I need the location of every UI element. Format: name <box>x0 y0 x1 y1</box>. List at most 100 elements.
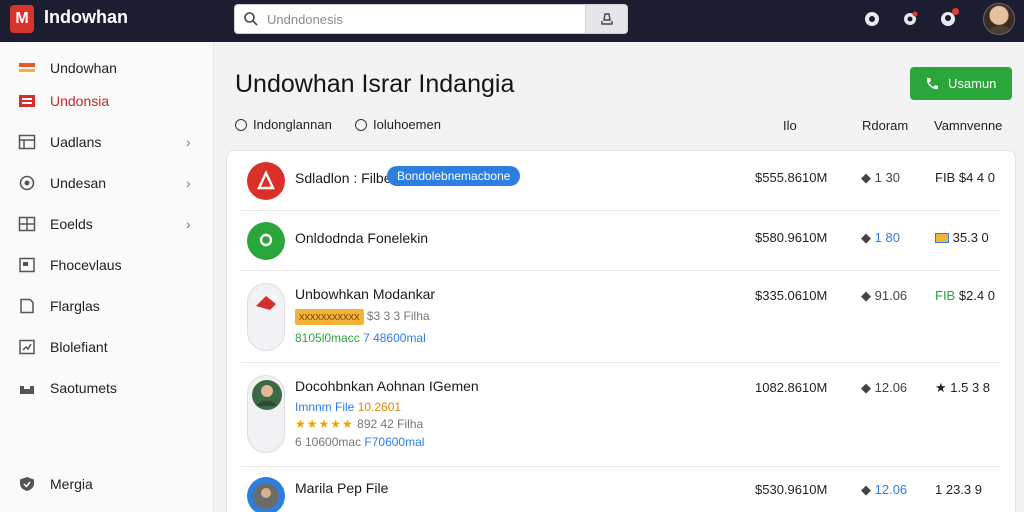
sidebar-item-label: Undonsia <box>50 93 110 109</box>
folder-icon <box>19 95 35 107</box>
sidebar-item-blolefiant[interactable]: Blolefiant <box>0 329 214 365</box>
row-badge: xxxxxxxxxxx <box>295 309 364 325</box>
notifications-button[interactable] <box>938 8 959 29</box>
search-icon <box>244 12 258 26</box>
row-rating: ◆ 91.06 <box>861 288 908 303</box>
row-tag[interactable]: Bondolebnemacbone <box>387 166 521 186</box>
row-price: $580.9610M <box>755 230 828 245</box>
chevron-right-icon: › <box>186 134 191 150</box>
wallet-icon <box>935 233 949 243</box>
row-amount: FIB $4 4 0 <box>935 170 996 185</box>
sidebar-item-fhocevlaus[interactable]: Fhocevlaus <box>0 247 214 283</box>
sidebar-item-flarglas[interactable]: Flarglas <box>0 288 214 324</box>
phone-icon <box>926 78 938 90</box>
column-header-vamnvenne[interactable]: Vamnvenne <box>934 118 1002 134</box>
search-input[interactable]: Undndonesis <box>267 12 343 28</box>
settings-icon[interactable] <box>900 9 920 29</box>
row-rating: ◆ 1 80 <box>861 230 900 245</box>
primary-action-button[interactable]: Usamun <box>910 67 1012 100</box>
list-item[interactable]: Unbowhkan Modankar xxxxxxxxxxx $3 3 3 Fi… <box>241 271 1001 363</box>
explore-icon[interactable] <box>862 9 882 29</box>
sidebar-item-uadlans[interactable]: Uadlans › <box>0 124 214 160</box>
row-meta-2: 8105l0macc 7 48600mal <box>295 331 426 345</box>
circle-icon <box>259 233 273 247</box>
tag-icon: ◆ <box>861 380 871 395</box>
brand-name[interactable]: Indowhan <box>44 7 128 27</box>
tag-icon: ◆ <box>861 170 871 185</box>
row-title[interactable]: Docohbnkan Aohnan IGemen <box>295 378 479 394</box>
row-title[interactable]: Onldodnda Fonelekin <box>295 230 428 246</box>
row-price: $530.9610M <box>755 482 828 497</box>
row-amount: FIB $2.4 0 <box>935 288 996 303</box>
search-submit-button[interactable] <box>585 5 627 33</box>
row-rating: ◆ 12.06 <box>861 380 908 395</box>
filter-option-2[interactable]: Ioluhoemen <box>355 117 441 133</box>
sidebar-item-label: Mergia <box>50 476 93 492</box>
sidebar-item-label: Flarglas <box>50 298 100 314</box>
warning-icon <box>257 170 275 190</box>
row-file-info: Imnnm File 10.2601 <box>295 400 402 414</box>
sidebar-item-undonsia[interactable]: Undonsia <box>0 83 214 119</box>
column-header-rdoram[interactable]: Rdoram <box>862 118 908 134</box>
row-rating: ◆ 12.06 <box>861 482 908 497</box>
row-avatar <box>247 375 285 453</box>
sidebar: Undowhan Undonsia Uadlans › Undesan › Eo… <box>0 42 214 512</box>
notification-dot <box>952 8 959 15</box>
list-item[interactable]: Marila Pep File $530.9610M ◆ 12.06 1 23.… <box>241 467 1001 512</box>
tag-icon: ◆ <box>861 288 871 303</box>
document-icon <box>19 257 35 273</box>
row-price: $335.0610M <box>755 288 828 303</box>
inbox-icon <box>20 386 34 394</box>
sidebar-item-mergia[interactable]: Mergia <box>0 466 214 502</box>
sidebar-item-label: Uadlans <box>50 134 102 150</box>
row-avatar <box>247 162 285 200</box>
row-avatar <box>247 283 285 351</box>
row-amount: 1 23.3 9 <box>935 482 982 497</box>
row-avatar <box>247 477 285 512</box>
sidebar-item-eoelds[interactable]: Eoelds › <box>0 206 214 242</box>
list-item[interactable]: Onldodnda Fonelekin $580.9610M ◆ 1 80 35… <box>241 211 1001 271</box>
results-list: Sdladlon : Filbe Bondolebnemacbone $555.… <box>226 150 1016 512</box>
primary-action-label: Usamun <box>948 76 997 91</box>
row-meta-2: 6 10600mac F70600mal <box>295 435 425 449</box>
row-amount: 35.3 0 <box>935 230 989 245</box>
sidebar-item-saotumets[interactable]: Saotumets <box>0 370 214 406</box>
top-bar: M Indowhan Undndonesis <box>0 0 1024 42</box>
filter-option-1[interactable]: Indonglannan <box>235 117 332 133</box>
person-icon <box>253 483 279 509</box>
tag-icon: ◆ <box>861 230 871 245</box>
person-icon <box>252 380 282 410</box>
flag-icon <box>19 63 35 72</box>
user-avatar[interactable] <box>983 3 1015 35</box>
tag-icon: ◆ <box>861 482 871 497</box>
sidebar-item-label: Fhocevlaus <box>50 257 122 273</box>
sidebar-item-label: Undesan <box>50 175 107 191</box>
list-item[interactable]: Sdladlon : Filbe Bondolebnemacbone $555.… <box>241 151 1001 211</box>
search-submit-icon <box>601 13 613 25</box>
list-item[interactable]: Docohbnkan Aohnan IGemen Imnnm File 10.2… <box>241 363 1001 467</box>
image-icon <box>256 295 277 310</box>
sidebar-item-label: Blolefiant <box>50 339 108 355</box>
row-amount: ★ 1.5 3 8 <box>935 380 991 395</box>
page-title: Undowhan Israr Indangia <box>235 70 515 98</box>
search-box: Undndonesis <box>234 4 628 34</box>
radio-icon <box>235 119 247 131</box>
chevron-right-icon: › <box>186 175 191 191</box>
sidebar-item-label: Saotumets <box>50 380 117 396</box>
shield-icon <box>20 477 34 491</box>
row-title[interactable]: Marila Pep File <box>295 480 388 496</box>
app-logo[interactable]: M <box>10 5 34 33</box>
row-title[interactable]: Unbowhkan Modankar <box>295 286 435 302</box>
row-price: $555.8610M <box>755 170 828 185</box>
star-icon: ★ <box>935 380 947 395</box>
row-title[interactable]: Sdladlon : Filbe <box>295 170 392 186</box>
circle-icon <box>19 175 35 191</box>
radio-icon <box>355 119 367 131</box>
row-meta: ★★★★★ 892 42 Filha <box>295 417 424 431</box>
sidebar-item-label: Eoelds <box>50 216 93 232</box>
sidebar-item-undesan[interactable]: Undesan › <box>0 165 214 201</box>
row-meta: xxxxxxxxxxx $3 3 3 Filha <box>295 309 430 325</box>
column-header-ilo[interactable]: Ilo <box>783 118 797 134</box>
page-icon <box>20 298 34 314</box>
sidebar-item-undowhan[interactable]: Undowhan <box>0 50 214 86</box>
